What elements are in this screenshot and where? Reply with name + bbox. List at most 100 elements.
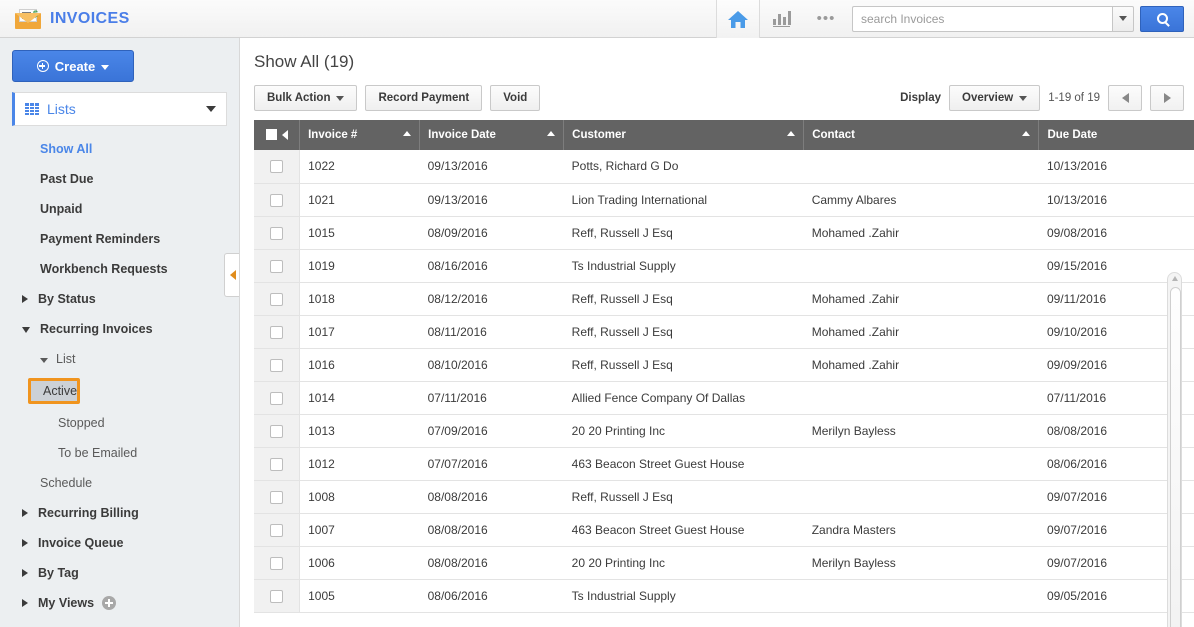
cell-invoice-number[interactable]: 1005	[299, 579, 420, 613]
sidebar-item-show-all[interactable]: Show All	[0, 134, 239, 164]
cell-customer[interactable]: Reff, Russell J Esq	[563, 315, 804, 349]
ellipsis-icon[interactable]: •••	[804, 0, 848, 38]
table-row[interactable]: 1021 09/13/2016 Lion Trading International…	[254, 183, 1194, 217]
table-row[interactable]: 1016 08/10/2016 Reff, Russell J Esq Mohamed…	[254, 348, 1194, 382]
search-button[interactable]	[1140, 5, 1184, 32]
cell-invoice-number[interactable]: 1015	[299, 216, 420, 250]
row-select-cell[interactable]	[254, 216, 301, 250]
cell-invoice-number[interactable]: 1012	[299, 447, 420, 481]
scroll-up-icon[interactable]	[1172, 276, 1178, 281]
cell-invoice-number[interactable]: 1022	[299, 150, 420, 184]
row-checkbox[interactable]	[270, 589, 284, 603]
row-checkbox[interactable]	[270, 292, 284, 306]
row-select-cell[interactable]	[254, 513, 301, 547]
row-select-cell[interactable]	[254, 348, 301, 382]
cell-invoice-number[interactable]: 1013	[299, 414, 420, 448]
row-select-cell[interactable]	[254, 381, 301, 415]
column-header-due-date[interactable]: Due Date	[1038, 120, 1194, 150]
sidebar-item-to-be-emailed[interactable]: To be Emailed	[0, 438, 239, 468]
sidebar-item-workbench-requests[interactable]: Workbench Requests	[0, 254, 239, 284]
cell-invoice-number[interactable]: 1021	[299, 183, 420, 217]
sidebar-collapse-button[interactable]	[224, 253, 239, 297]
cell-invoice-number[interactable]: 1019	[299, 249, 420, 283]
cell-customer[interactable]: Reff, Russell J Esq	[563, 480, 804, 514]
table-row[interactable]: 1018 08/12/2016 Reff, Russell J Esq Mohamed…	[254, 282, 1194, 316]
table-row[interactable]: 1006 08/08/2016 20 20 Printing Inc Merilyn …	[254, 546, 1194, 580]
cell-invoice-number[interactable]: 1007	[299, 513, 420, 547]
create-button[interactable]: Create	[12, 50, 134, 82]
row-checkbox[interactable]	[270, 325, 284, 339]
table-row[interactable]: 1014 07/11/2016 Allied Fence Company Of Da…	[254, 381, 1194, 415]
cell-customer[interactable]: Potts, Richard G Do	[563, 150, 804, 184]
row-checkbox[interactable]	[270, 358, 284, 372]
row-select-cell[interactable]	[254, 249, 301, 283]
column-header-invoice-date[interactable]: Invoice Date	[419, 120, 565, 150]
cell-customer[interactable]: Ts Industrial Supply	[563, 249, 804, 283]
column-header-contact[interactable]: Contact	[803, 120, 1040, 150]
table-row[interactable]: 1022 09/13/2016 Potts, Richard G Do 10/13/2…	[254, 150, 1194, 184]
cell-invoice-number[interactable]: 1016	[299, 348, 420, 382]
cell-invoice-number[interactable]: 1018	[299, 282, 420, 316]
cell-customer[interactable]: Lion Trading International	[563, 183, 804, 217]
sidebar-item-by-tag[interactable]: By Tag	[0, 558, 239, 588]
table-row[interactable]: 1013 07/09/2016 20 20 Printing Inc Merilyn …	[254, 414, 1194, 448]
cell-invoice-number[interactable]: 1006	[299, 546, 420, 580]
table-row[interactable]: 1019 08/16/2016 Ts Industrial Supply 09/15/…	[254, 249, 1194, 283]
record-payment-button[interactable]: Record Payment	[365, 85, 483, 111]
display-select[interactable]: Overview	[949, 85, 1041, 111]
table-row[interactable]: 1015 08/09/2016 Reff, Russell J Esq Mohamed…	[254, 216, 1194, 250]
row-select-cell[interactable]	[254, 414, 301, 448]
chevron-left-icon[interactable]	[281, 129, 288, 140]
cell-customer[interactable]: Reff, Russell J Esq	[563, 282, 804, 316]
search-scope-dropdown[interactable]	[1112, 5, 1134, 32]
sidebar-item-schedule[interactable]: Schedule	[0, 468, 239, 498]
sidebar-item-my-views[interactable]: My Views	[0, 588, 239, 618]
row-checkbox[interactable]	[270, 457, 284, 471]
table-row[interactable]: 1012 07/07/2016 463 Beacon Street Guest Ho…	[254, 447, 1194, 481]
chevron-down-icon[interactable]	[206, 106, 216, 112]
sidebar-item-payment-reminders[interactable]: Payment Reminders	[0, 224, 239, 254]
next-page-button[interactable]	[1150, 85, 1184, 111]
sidebar-item-list[interactable]: List	[0, 344, 239, 374]
row-checkbox[interactable]	[270, 556, 284, 570]
sidebar-item-unpaid[interactable]: Unpaid	[0, 194, 239, 224]
table-row[interactable]: 1007 08/08/2016 463 Beacon Street Guest Ho…	[254, 513, 1194, 547]
scrollbar-thumb[interactable]	[1170, 287, 1181, 627]
cell-invoice-number[interactable]: 1014	[299, 381, 420, 415]
column-header-customer[interactable]: Customer	[563, 120, 805, 150]
search-input[interactable]	[852, 5, 1112, 32]
cell-customer[interactable]: Allied Fence Company Of Dallas	[563, 381, 804, 415]
lists-panel-header[interactable]: Lists	[12, 92, 227, 126]
row-checkbox[interactable]	[270, 523, 284, 537]
sidebar-item-past-due[interactable]: Past Due	[0, 164, 239, 194]
row-checkbox[interactable]	[270, 226, 284, 240]
row-checkbox[interactable]	[270, 259, 284, 273]
row-checkbox[interactable]	[270, 193, 284, 207]
column-header-select-all[interactable]	[254, 120, 301, 150]
row-select-cell[interactable]	[254, 315, 301, 349]
cell-invoice-number[interactable]: 1017	[299, 315, 420, 349]
void-button[interactable]: Void	[490, 85, 541, 111]
table-row[interactable]: 1017 08/11/2016 Reff, Russell J Esq Mohamed…	[254, 315, 1194, 349]
cell-customer[interactable]: 20 20 Printing Inc	[563, 414, 804, 448]
row-select-cell[interactable]	[254, 546, 301, 580]
bulk-action-button[interactable]: Bulk Action	[254, 85, 358, 111]
table-row[interactable]: 1008 08/08/2016 Reff, Russell J Esq 09/07/2…	[254, 480, 1194, 514]
table-scrollbar[interactable]	[1167, 272, 1182, 627]
cell-invoice-number[interactable]: 1008	[299, 480, 420, 514]
sidebar-item-recurring-billing[interactable]: Recurring Billing	[0, 498, 239, 528]
row-checkbox[interactable]	[270, 424, 284, 438]
row-select-cell[interactable]	[254, 282, 301, 316]
cell-customer[interactable]: 463 Beacon Street Guest House	[563, 513, 804, 547]
row-checkbox[interactable]	[270, 160, 284, 174]
sidebar-item-by-status[interactable]: By Status	[0, 284, 239, 314]
sidebar-item-recurring-invoices[interactable]: Recurring Invoices	[0, 314, 239, 344]
select-all-checkbox[interactable]	[265, 129, 277, 141]
cell-customer[interactable]: 20 20 Printing Inc	[563, 546, 804, 580]
cell-customer[interactable]: Reff, Russell J Esq	[563, 348, 804, 382]
row-select-cell[interactable]	[254, 183, 301, 217]
row-select-cell[interactable]	[254, 150, 301, 184]
sidebar-item-stopped[interactable]: Stopped	[0, 408, 239, 438]
sidebar-item-shared-views[interactable]: Shared Views	[0, 618, 239, 627]
add-view-icon[interactable]	[102, 596, 117, 610]
